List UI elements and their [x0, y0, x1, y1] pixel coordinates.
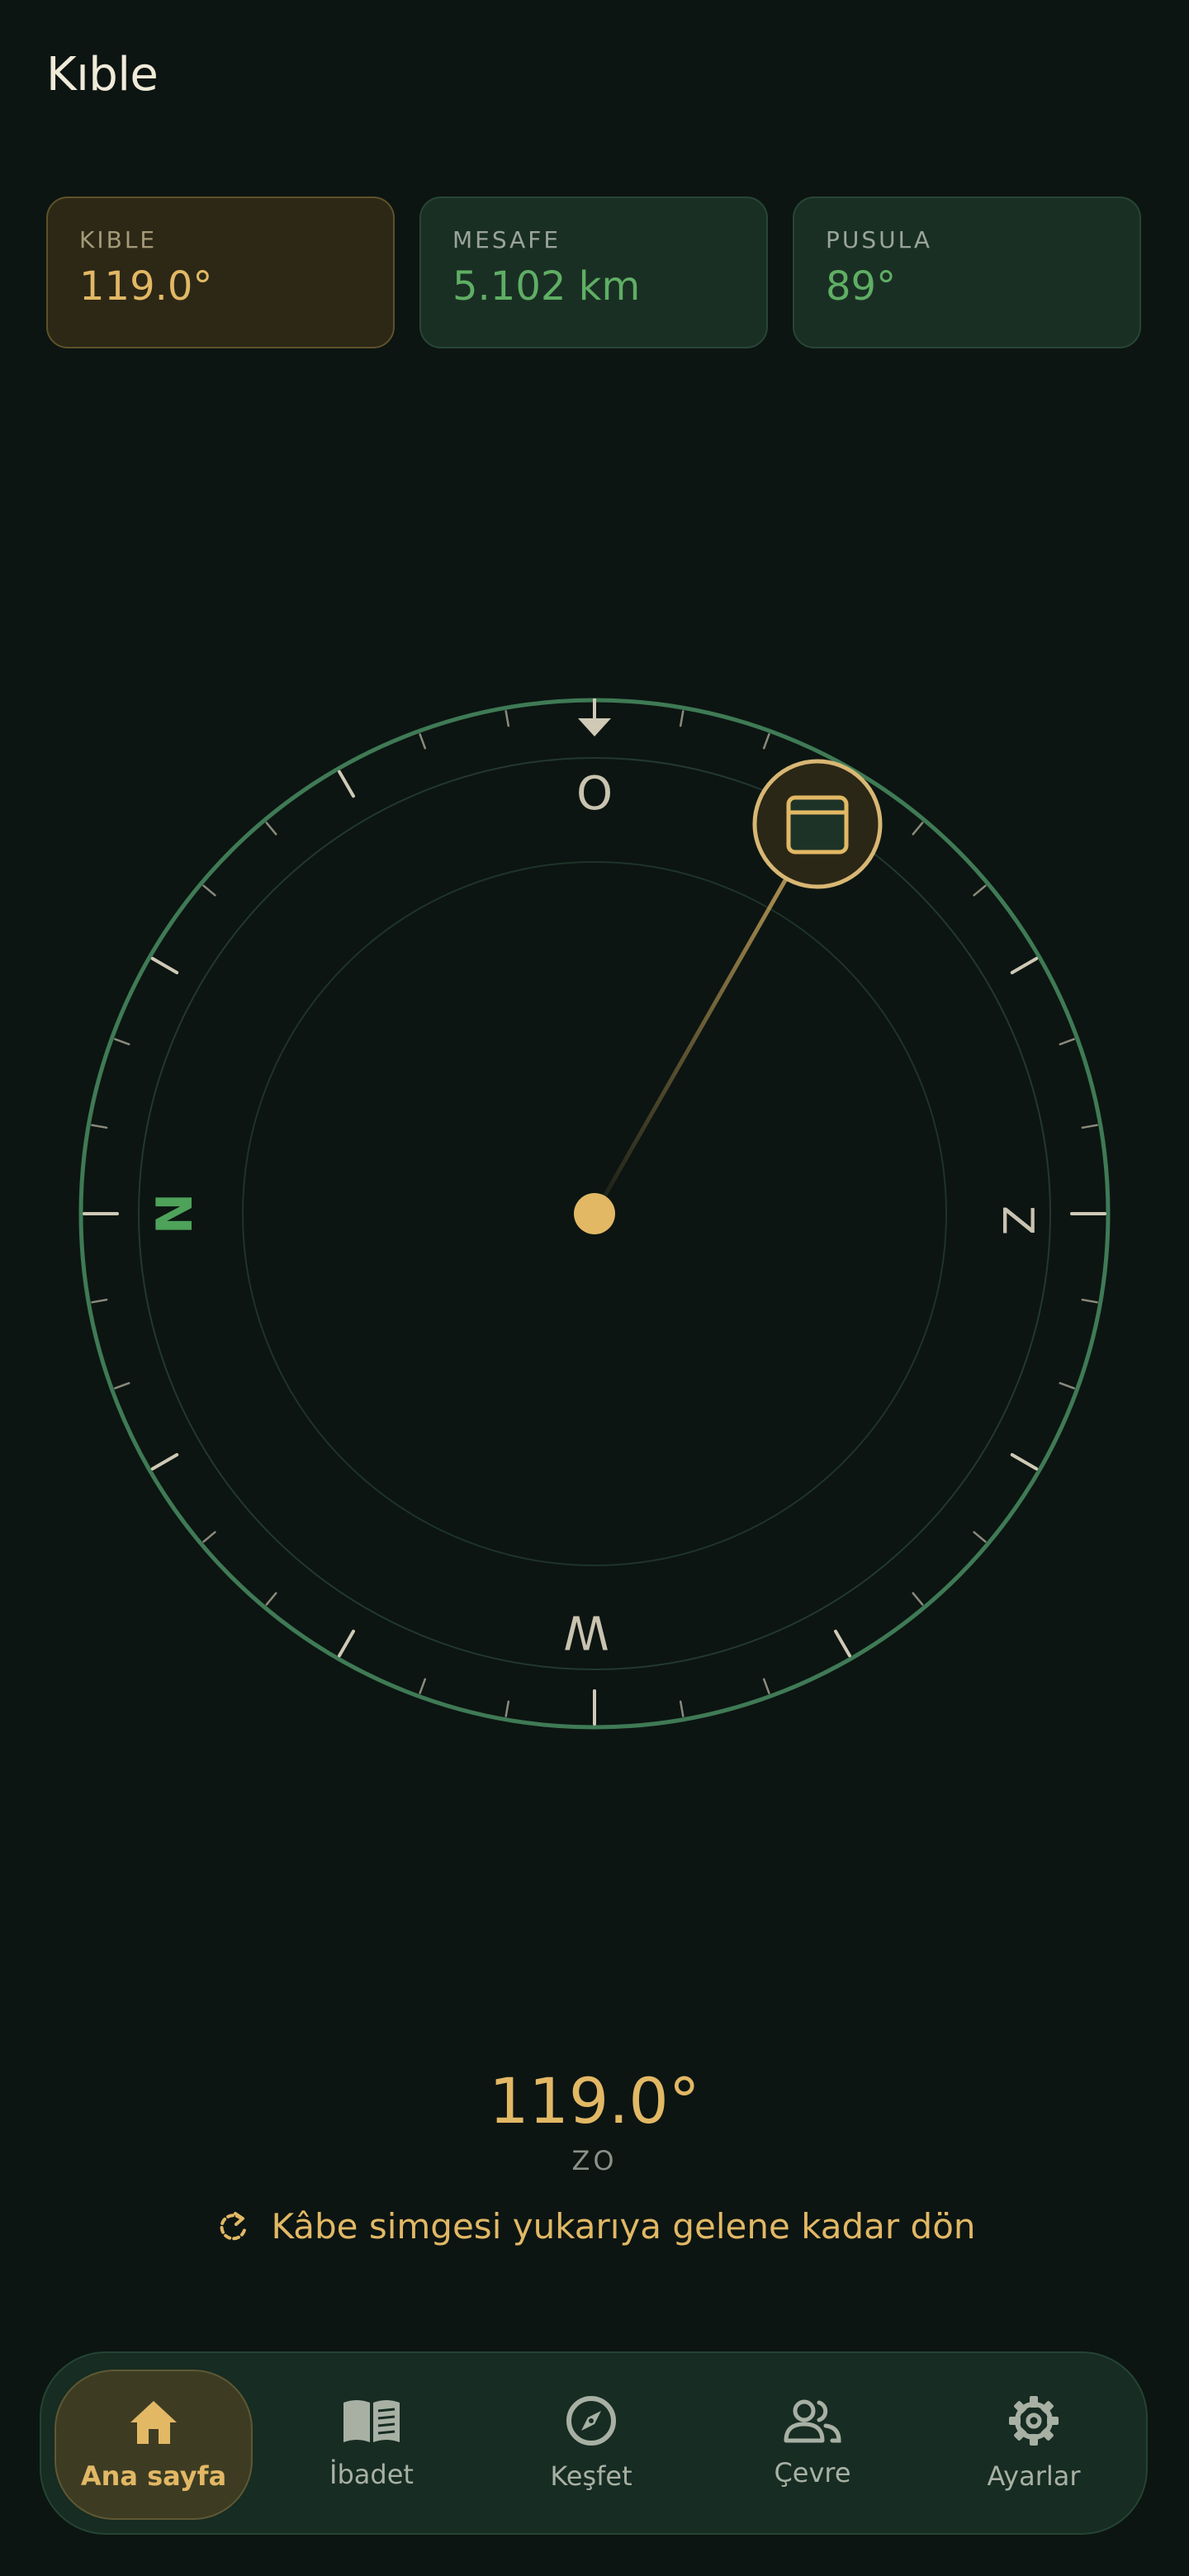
compass-tick	[1059, 1381, 1075, 1390]
nav-item-label: İbadet	[329, 2459, 414, 2490]
compass-tick	[973, 884, 987, 897]
nav-item-label: Çevre	[774, 2457, 851, 2488]
compass-tick	[1081, 1298, 1098, 1304]
compass-tick	[834, 1629, 851, 1658]
nav-item-community[interactable]: Çevre	[715, 2370, 910, 2517]
cardinal-label-north: N	[146, 1193, 204, 1234]
distance-stat-label: MESAFE	[452, 226, 561, 253]
nav-item-worship[interactable]: İbadet	[274, 2370, 469, 2517]
home-icon	[130, 2401, 177, 2444]
nav-item-label: Keşfet	[550, 2460, 632, 2492]
compass-tick	[679, 1700, 685, 1717]
compass-tick	[912, 1592, 924, 1606]
cardinal-label-east: O	[576, 767, 613, 821]
compass-tick	[1081, 1124, 1098, 1129]
compass-tick	[150, 1453, 179, 1470]
compass-stat-card: PUSULA 89°	[793, 197, 1141, 348]
compass-tick	[679, 710, 685, 727]
rotation-hint-text: Kâbe simgesi yukarıya gelene kadar dön	[271, 2206, 976, 2247]
qibla-degree-reading: 119.0°	[489, 2064, 700, 2138]
compass-tick	[419, 733, 427, 750]
compass-tick	[150, 957, 179, 974]
nav-item-home[interactable]: Ana sayfa	[54, 2370, 253, 2520]
qibla-stat-label: KIBLE	[79, 226, 158, 253]
compass-tick	[114, 1381, 130, 1390]
distance-stat-value: 5.102 km	[452, 263, 641, 310]
compass-tick	[202, 884, 216, 897]
kaaba-icon	[786, 795, 849, 855]
compass-icon	[566, 2396, 616, 2446]
distance-stat-card: MESAFE 5.102 km	[419, 197, 768, 348]
rotation-hint: Kâbe simgesi yukarıya gelene kadar dön	[0, 2206, 1189, 2247]
book-icon	[343, 2400, 400, 2442]
center-pivot	[574, 1193, 615, 1234]
gear-icon	[1009, 2396, 1059, 2446]
compass-tick	[762, 733, 770, 750]
compass-dial[interactable]: O N Z W	[0, 644, 1189, 1783]
cardinal-label-west: W	[563, 1605, 609, 1659]
compass-tick	[114, 1038, 130, 1046]
qibla-stat-card: KIBLE 119.0°	[46, 197, 395, 348]
compass-stat-label: PUSULA	[826, 226, 933, 253]
compass-tick	[504, 710, 510, 727]
qibla-direction-reading: ZO	[571, 2145, 618, 2176]
compass-tick	[265, 1592, 277, 1606]
compass-tick	[1010, 957, 1039, 974]
rotate-icon	[220, 2211, 247, 2240]
qibla-needle	[592, 822, 820, 1216]
compass-tick	[504, 1700, 510, 1717]
compass-tick	[338, 769, 355, 798]
compass-tick	[973, 1531, 987, 1543]
nav-item-label: Ayarlar	[987, 2460, 1081, 2492]
compass-tick	[1059, 1038, 1075, 1046]
page-title: Kıble	[46, 48, 159, 102]
nav-item-label: Ana sayfa	[80, 2460, 227, 2492]
compass-tick	[338, 1629, 355, 1658]
compass-tick	[91, 1298, 108, 1304]
compass-tick	[419, 1678, 427, 1694]
cardinal-label-south: Z	[992, 1205, 1042, 1235]
compass-tick	[1010, 1453, 1039, 1470]
compass-tick	[265, 822, 277, 836]
compass-tick	[762, 1678, 770, 1694]
heading-marker-icon	[578, 718, 611, 736]
compass-tick	[912, 822, 924, 836]
nav-item-discover[interactable]: Keşfet	[494, 2370, 689, 2517]
compass-tick	[202, 1531, 216, 1543]
compass-stat-value: 89°	[826, 263, 897, 310]
qibla-stat-value: 119.0°	[79, 263, 213, 310]
bottom-navigation: Ana sayfa İbadet Keşfet Çevre Ayarlar	[40, 2351, 1148, 2535]
compass-tick	[91, 1124, 108, 1129]
nav-item-settings[interactable]: Ayarlar	[936, 2370, 1131, 2517]
kaaba-marker	[752, 759, 883, 889]
people-icon	[784, 2399, 841, 2443]
